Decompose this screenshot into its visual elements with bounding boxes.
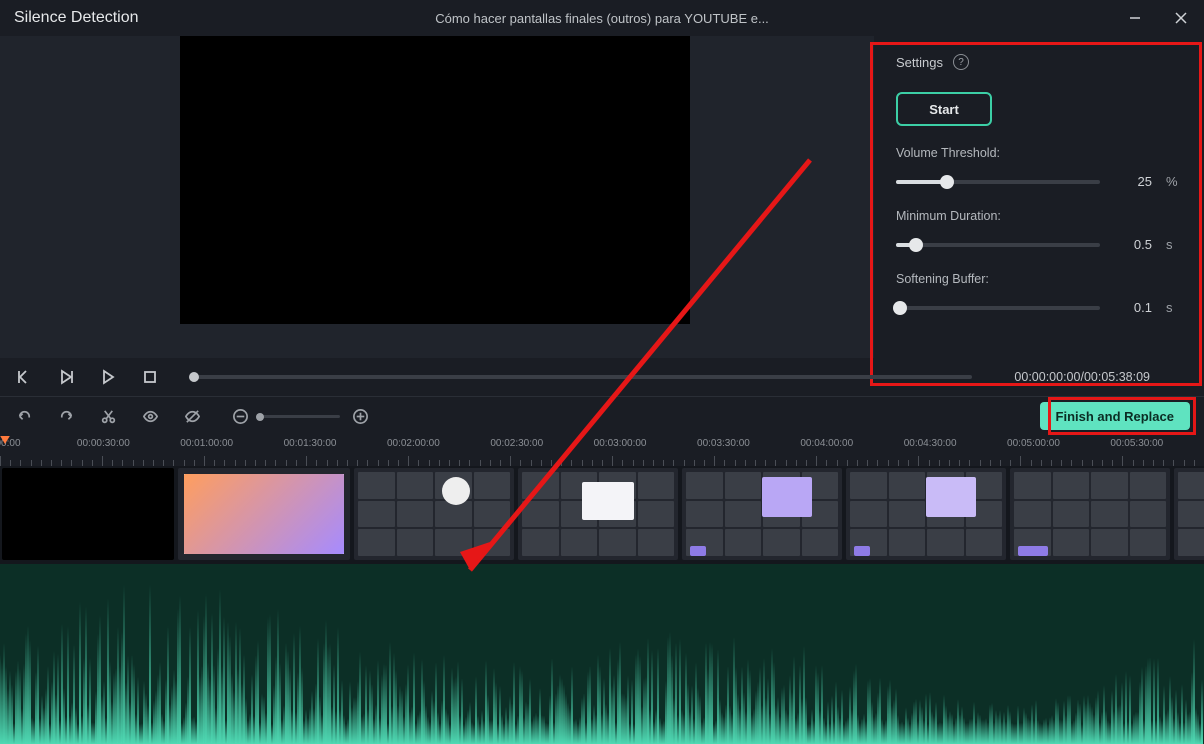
help-icon[interactable]: ?: [953, 54, 969, 70]
video-clip[interactable]: [2, 468, 174, 560]
audio-waveform[interactable]: [0, 564, 1204, 744]
ruler-label: 00:04:30:00: [904, 438, 957, 449]
zoom-out-button[interactable]: [230, 407, 250, 427]
video-clip[interactable]: [518, 468, 678, 560]
video-clip[interactable]: [682, 468, 842, 560]
prev-frame-button[interactable]: [14, 367, 34, 387]
settings-panel: Settings ? Start Volume Threshold: 25 % …: [874, 36, 1204, 358]
volume-threshold-value: 25: [1114, 174, 1152, 189]
playhead-icon[interactable]: [4, 436, 6, 448]
softening-buffer-unit: s: [1166, 300, 1180, 315]
zoom-in-button[interactable]: [350, 407, 370, 427]
playback-scrubber[interactable]: [194, 375, 972, 379]
video-clip[interactable]: [354, 468, 514, 560]
timeline-ruler[interactable]: 00:0000:00:30:0000:01:00:0000:01:30:0000…: [0, 436, 1204, 466]
hide-icon[interactable]: [182, 407, 202, 427]
volume-threshold-label: Volume Threshold:: [896, 146, 1180, 160]
video-preview[interactable]: [180, 36, 690, 324]
softening-buffer-value: 0.1: [1114, 300, 1152, 315]
ruler-label: 00:03:00:00: [594, 438, 647, 449]
redo-button[interactable]: [56, 407, 76, 427]
minimum-duration-value: 0.5: [1114, 237, 1152, 252]
document-title: Cómo hacer pantallas finales (outros) pa…: [435, 11, 769, 26]
timeline: 00:0000:00:30:0000:01:00:0000:01:30:0000…: [0, 436, 1204, 744]
minimum-duration-slider[interactable]: [896, 243, 1100, 247]
video-track[interactable]: [0, 466, 1204, 564]
ruler-label: 00:02:30:00: [490, 438, 543, 449]
video-clip[interactable]: [178, 468, 350, 560]
minimize-button[interactable]: [1112, 0, 1158, 36]
volume-threshold-slider[interactable]: [896, 180, 1100, 184]
minimum-duration-label: Minimum Duration:: [896, 209, 1180, 223]
ruler-label: 00:05:00:00: [1007, 438, 1060, 449]
timeline-toolbar: Finish and Replace: [0, 396, 1204, 436]
stop-button[interactable]: [140, 367, 160, 387]
playback-time: 00:00:00:00/00:05:38:09: [1014, 370, 1150, 384]
settings-heading: Settings: [896, 55, 943, 70]
play-pause-button[interactable]: [56, 367, 76, 387]
video-clip[interactable]: [846, 468, 1006, 560]
softening-buffer-slider[interactable]: [896, 306, 1100, 310]
window-title: Silence Detection: [14, 9, 139, 27]
softening-buffer-label: Softening Buffer:: [896, 272, 1180, 286]
cut-button[interactable]: [98, 407, 118, 427]
ruler-label: 00:01:30:00: [284, 438, 337, 449]
ruler-label: 00:01:00:00: [180, 438, 233, 449]
play-button[interactable]: [98, 367, 118, 387]
titlebar: Silence Detection Cómo hacer pantallas f…: [0, 0, 1204, 36]
preview-pane: [0, 36, 874, 358]
video-clip[interactable]: [1010, 468, 1170, 560]
ruler-label: 00:00:30:00: [77, 438, 130, 449]
minimum-duration-unit: s: [1166, 237, 1180, 252]
ruler-label: 00:04:00:00: [800, 438, 853, 449]
preview-icon[interactable]: [140, 407, 160, 427]
ruler-label: 00:02:00:00: [387, 438, 440, 449]
finish-replace-button[interactable]: Finish and Replace: [1040, 402, 1190, 430]
start-button[interactable]: Start: [896, 92, 992, 126]
playback-controls: 00:00:00:00/00:05:38:09: [0, 358, 1204, 396]
volume-threshold-unit: %: [1166, 174, 1180, 189]
ruler-label: 00:05:30:00: [1110, 438, 1163, 449]
undo-button[interactable]: [14, 407, 34, 427]
ruler-label: 00:03:30:00: [697, 438, 750, 449]
video-clip[interactable]: [1174, 468, 1204, 560]
close-button[interactable]: [1158, 0, 1204, 36]
zoom-slider[interactable]: [260, 415, 340, 418]
